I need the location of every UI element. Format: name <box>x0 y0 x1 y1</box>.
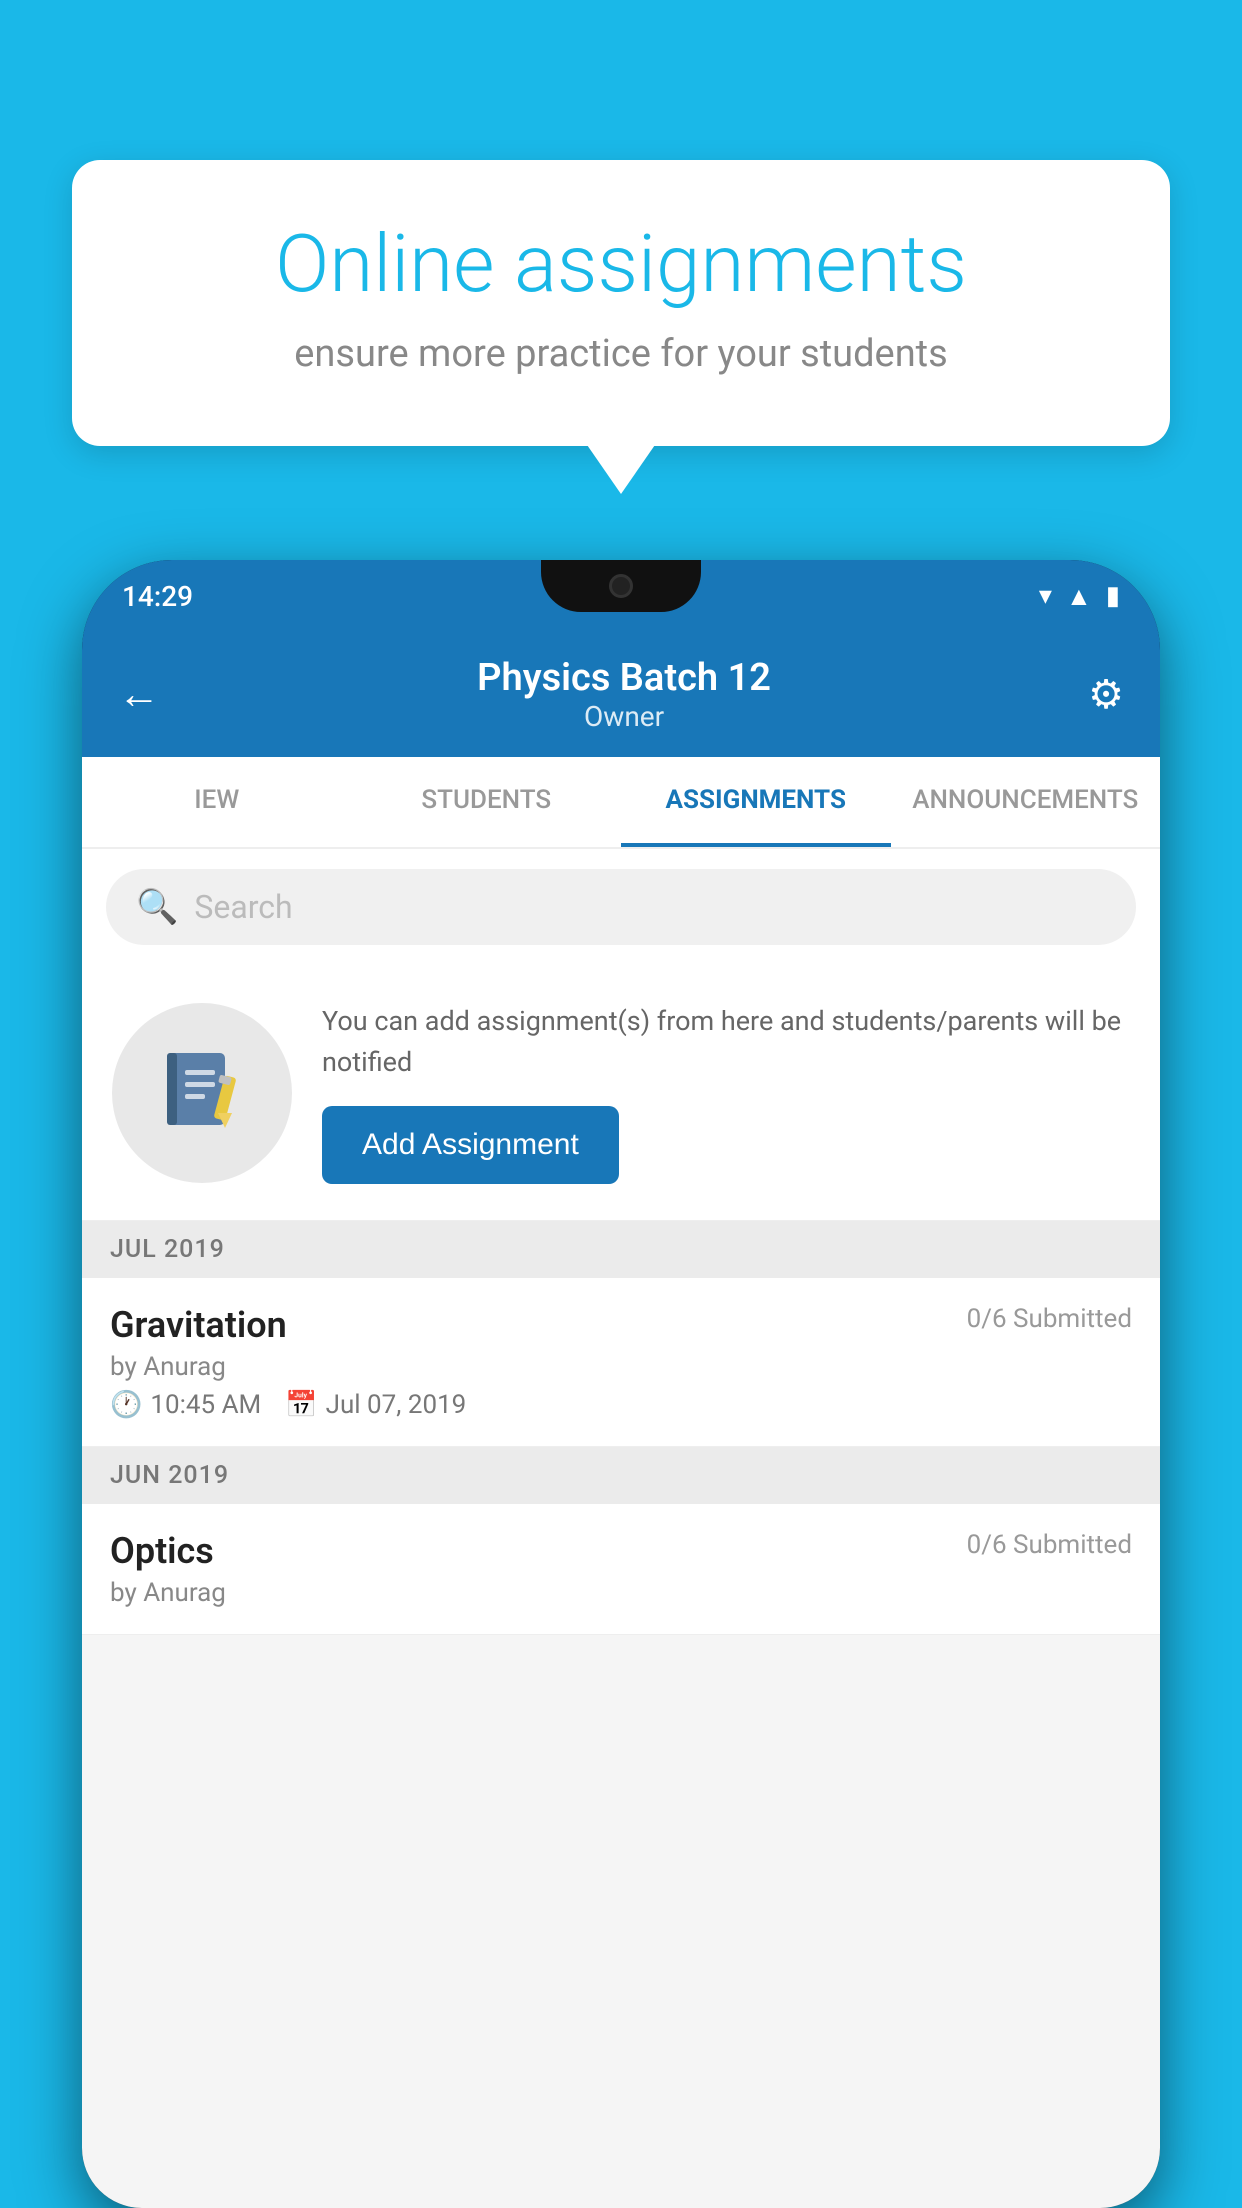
promo-text: You can add assignment(s) from here and … <box>322 1001 1130 1082</box>
status-icons: ▾ ▲ ▮ <box>1039 581 1120 612</box>
phone-camera <box>609 574 633 598</box>
header-title-wrap: Physics Batch 12 Owner <box>160 656 1088 733</box>
assignment-submitted: 0/6 Submitted <box>967 1304 1132 1334</box>
assignment-item-gravitation[interactable]: Gravitation 0/6 Submitted by Anurag 🕐 10… <box>82 1278 1160 1447</box>
speech-bubble-title: Online assignments <box>142 220 1100 308</box>
phone-frame: 14:29 ▾ ▲ ▮ ← Physics Batch 12 Owner ⚙ I… <box>82 560 1160 2208</box>
assignment-date-item: 📅 Jul 07, 2019 <box>285 1390 466 1420</box>
assignment-name: Gravitation <box>110 1304 287 1346</box>
assignment-top-row: Gravitation 0/6 Submitted <box>110 1304 1132 1346</box>
assignment-item-optics[interactable]: Optics 0/6 Submitted by Anurag <box>82 1504 1160 1635</box>
speech-bubble: Online assignments ensure more practice … <box>72 160 1170 446</box>
assignment-time-item: 🕐 10:45 AM <box>110 1390 261 1420</box>
assignment-top-row-optics: Optics 0/6 Submitted <box>110 1530 1132 1572</box>
app-header: ← Physics Batch 12 Owner ⚙ <box>82 632 1160 757</box>
tabs-bar: IEW STUDENTS ASSIGNMENTS ANNOUNCEMENTS <box>82 757 1160 849</box>
tab-announcements[interactable]: ANNOUNCEMENTS <box>891 757 1161 847</box>
search-bar-wrap: 🔍 Search <box>82 849 1160 965</box>
tab-students[interactable]: STUDENTS <box>352 757 622 847</box>
assignment-time: 10:45 AM <box>150 1390 261 1420</box>
signal-icon: ▲ <box>1066 581 1092 612</box>
add-assignment-button[interactable]: Add Assignment <box>322 1106 619 1184</box>
optics-submitted: 0/6 Submitted <box>967 1530 1132 1560</box>
wifi-icon: ▾ <box>1039 581 1052 611</box>
promo-icon-circle <box>112 1003 292 1183</box>
screen-content: 🔍 Search <box>82 849 1160 2208</box>
assignment-meta: 🕐 10:45 AM 📅 Jul 07, 2019 <box>110 1390 1132 1420</box>
speech-bubble-subtitle: ensure more practice for your students <box>142 332 1100 376</box>
header-title: Physics Batch 12 <box>160 656 1088 700</box>
promo-right: You can add assignment(s) from here and … <box>322 1001 1130 1184</box>
optics-by: by Anurag <box>110 1578 1132 1608</box>
battery-icon: ▮ <box>1106 581 1120 611</box>
settings-icon[interactable]: ⚙ <box>1088 671 1124 718</box>
assignment-date: Jul 07, 2019 <box>326 1390 467 1420</box>
phone-notch <box>541 560 701 612</box>
month-header-jul: JUL 2019 <box>82 1221 1160 1278</box>
header-subtitle: Owner <box>160 700 1088 733</box>
tab-iew[interactable]: IEW <box>82 757 352 847</box>
back-button[interactable]: ← <box>118 670 160 719</box>
optics-name: Optics <box>110 1530 214 1572</box>
promo-section: You can add assignment(s) from here and … <box>82 965 1160 1221</box>
assignment-icon <box>157 1048 247 1138</box>
search-bar[interactable]: 🔍 Search <box>106 869 1136 945</box>
month-header-jun: JUN 2019 <box>82 1447 1160 1504</box>
calendar-icon: 📅 <box>285 1390 317 1420</box>
tab-assignments[interactable]: ASSIGNMENTS <box>621 757 891 847</box>
assignment-by: by Anurag <box>110 1352 1132 1382</box>
clock-icon: 🕐 <box>110 1390 142 1420</box>
search-icon: 🔍 <box>136 887 178 927</box>
status-bar: 14:29 ▾ ▲ ▮ <box>82 560 1160 632</box>
search-placeholder: Search <box>194 888 292 926</box>
status-time: 14:29 <box>122 580 193 613</box>
